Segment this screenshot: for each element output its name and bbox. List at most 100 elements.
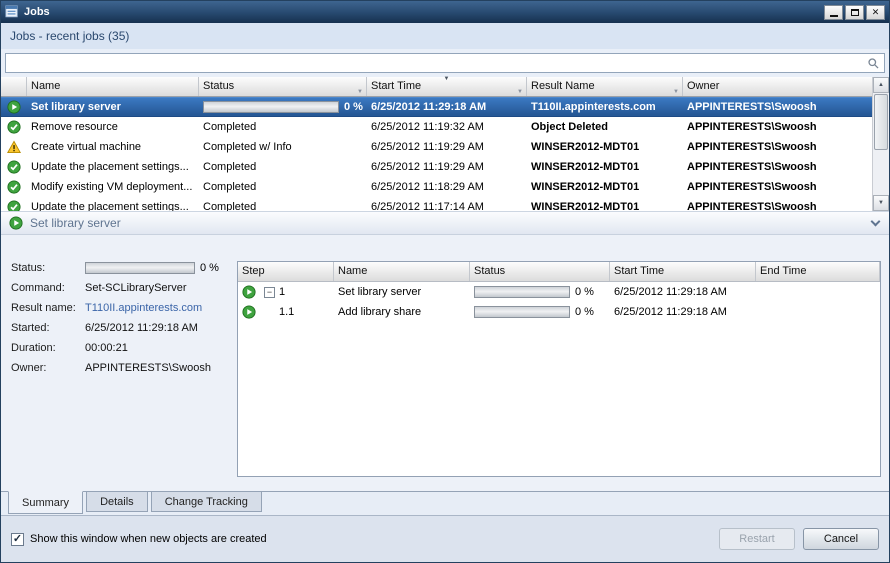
job-result-cell: WINSER2012-MDT01	[527, 158, 683, 177]
job-owner-cell: APPINTERESTS\Swoosh	[683, 98, 889, 117]
chevron-down-icon[interactable]	[871, 216, 881, 226]
job-status-cell: Completed	[199, 198, 367, 212]
step-running-icon	[242, 285, 256, 299]
job-completed-icon	[7, 180, 21, 194]
tab-summary[interactable]: Summary	[8, 491, 83, 514]
tab-change-tracking[interactable]: Change Tracking	[151, 492, 262, 512]
job-result-cell: WINSER2012-MDT01	[527, 178, 683, 197]
steps-table: Step Name Status Start Time End Time − 1…	[237, 261, 881, 477]
minimize-icon	[830, 15, 838, 17]
job-name-cell: Create virtual machine	[27, 138, 199, 157]
filter-icon[interactable]: ▼	[673, 83, 679, 102]
scroll-down-button[interactable]: ▼	[873, 195, 889, 211]
sort-desc-icon: ▼	[444, 75, 450, 83]
column-header-status-icon[interactable]	[1, 77, 27, 96]
job-detail-header[interactable]: Set library server	[1, 211, 889, 235]
minimize-button[interactable]	[824, 5, 843, 20]
job-owner-cell: APPINTERESTS\Swoosh	[683, 138, 889, 157]
search-icon	[867, 57, 880, 70]
job-completed-icon	[7, 160, 21, 174]
job-row-modify-existing-vm[interactable]: Modify existing VM deployment... Complet…	[1, 177, 889, 197]
scroll-up-button[interactable]: ▲	[873, 77, 889, 93]
step-name-cell: Add library share	[334, 303, 470, 322]
cancel-button[interactable]: Cancel	[803, 528, 879, 550]
vertical-scrollbar[interactable]: ▲ ▼	[872, 77, 889, 211]
duration-label: Duration:	[11, 342, 85, 354]
result-name-label: Result name:	[11, 302, 85, 314]
checkbox-check-icon: ✓	[13, 533, 22, 545]
step-status-cell: 0 %	[470, 283, 610, 302]
column-header-name[interactable]: Name	[27, 77, 199, 96]
column-header-result-name[interactable]: Result Name▼	[527, 77, 683, 96]
jobs-window: Jobs ✕ Jobs - recent jobs (35) Name Stat…	[0, 0, 890, 563]
column-header-status[interactable]: Status▼	[199, 77, 367, 96]
collapse-icon[interactable]: −	[264, 287, 275, 298]
job-row-set-library-server[interactable]: Set library server 0 % 6/25/2012 11:29:1…	[1, 97, 889, 117]
filter-icon[interactable]: ▼	[517, 83, 523, 102]
footer-bar: ✓ Show this window when new objects are …	[1, 515, 889, 562]
step-row-1[interactable]: − 1 Set library server 0 % 6/25/2012 11:…	[238, 282, 880, 302]
scrollbar-track[interactable]	[873, 151, 889, 195]
job-name-cell: Remove resource	[27, 118, 199, 137]
show-window-checkbox-group[interactable]: ✓ Show this window when new objects are …	[11, 533, 267, 546]
job-start-time-cell: 6/25/2012 11:17:14 AM	[367, 198, 527, 212]
job-status-cell: Completed w/ Info	[199, 138, 367, 157]
owner-value: APPINTERESTS\Swoosh	[85, 362, 211, 374]
step-row-1-1[interactable]: 1.1 Add library share 0 % 6/25/2012 11:2…	[238, 302, 880, 322]
restart-button[interactable]: Restart	[719, 528, 795, 550]
command-label: Command:	[11, 282, 85, 294]
job-name-cell: Update the placement settings...	[27, 158, 199, 177]
job-result-cell: WINSER2012-MDT01	[527, 198, 683, 212]
status-progress-bar	[85, 262, 195, 274]
filter-icon[interactable]: ▼	[357, 83, 363, 102]
column-header-owner[interactable]: Owner	[683, 77, 889, 96]
job-owner-cell: APPINTERESTS\Swoosh	[683, 198, 889, 212]
close-button[interactable]: ✕	[866, 5, 885, 20]
started-value: 6/25/2012 11:29:18 AM	[85, 322, 198, 334]
page-title: Jobs - recent jobs (35)	[1, 23, 889, 49]
maximize-button[interactable]	[845, 5, 864, 20]
job-completed-icon	[7, 200, 21, 211]
step-number: 1.1	[279, 303, 294, 322]
result-name-link[interactable]: T110II.appinterests.com	[85, 302, 202, 314]
job-detail-title: Set library server	[30, 216, 121, 230]
job-name-cell: Update the placement settings...	[27, 198, 199, 212]
jobs-table-header: Name Status▼ ▼Start Time▼ Result Name▼ O…	[1, 77, 889, 97]
progress-bar	[474, 306, 570, 318]
show-window-checkbox[interactable]: ✓	[11, 533, 24, 546]
job-warning-icon	[7, 140, 21, 154]
search-input[interactable]	[5, 53, 885, 73]
job-row-remove-resource[interactable]: Remove resource Completed 6/25/2012 11:1…	[1, 117, 889, 137]
progress-bar	[474, 286, 570, 298]
column-header-step[interactable]: Step	[238, 262, 334, 281]
tab-strip: Summary Details Change Tracking	[1, 491, 889, 515]
job-running-icon	[7, 100, 21, 114]
title-bar[interactable]: Jobs ✕	[1, 1, 889, 23]
job-row-update-placement-settings-2[interactable]: Update the placement settings... Complet…	[1, 197, 889, 211]
jobs-table: Name Status▼ ▼Start Time▼ Result Name▼ O…	[1, 77, 889, 211]
show-window-checkbox-label: Show this window when new objects are cr…	[30, 533, 267, 545]
scrollbar-thumb[interactable]	[874, 94, 888, 150]
summary-panel: Status: 0 % Command: Set-SCLibraryServer…	[11, 261, 227, 491]
tab-details[interactable]: Details	[86, 492, 148, 512]
job-completed-icon	[7, 120, 21, 134]
started-label: Started:	[11, 322, 85, 334]
progress-bar	[203, 101, 339, 113]
column-header-start-time[interactable]: ▼Start Time▼	[367, 77, 527, 96]
job-status-cell: Completed	[199, 118, 367, 137]
column-header-step-status[interactable]: Status	[470, 262, 610, 281]
column-header-step-end-time[interactable]: End Time	[756, 262, 880, 281]
column-header-step-name[interactable]: Name	[334, 262, 470, 281]
column-header-step-start-time[interactable]: Start Time	[610, 262, 756, 281]
job-name-cell: Modify existing VM deployment...	[27, 178, 199, 197]
job-owner-cell: APPINTERESTS\Swoosh	[683, 178, 889, 197]
job-start-time-cell: 6/25/2012 11:19:29 AM	[367, 138, 527, 157]
step-name-cell: Set library server	[334, 283, 470, 302]
jobs-table-body: Set library server 0 % 6/25/2012 11:29:1…	[1, 97, 889, 211]
job-row-create-virtual-machine[interactable]: Create virtual machine Completed w/ Info…	[1, 137, 889, 157]
window-title: Jobs	[24, 6, 50, 18]
step-running-icon	[242, 305, 256, 319]
command-value: Set-SCLibraryServer	[85, 282, 186, 294]
job-row-update-placement-settings[interactable]: Update the placement settings... Complet…	[1, 157, 889, 177]
job-result-cell: T110II.appinterests.com	[527, 98, 683, 117]
